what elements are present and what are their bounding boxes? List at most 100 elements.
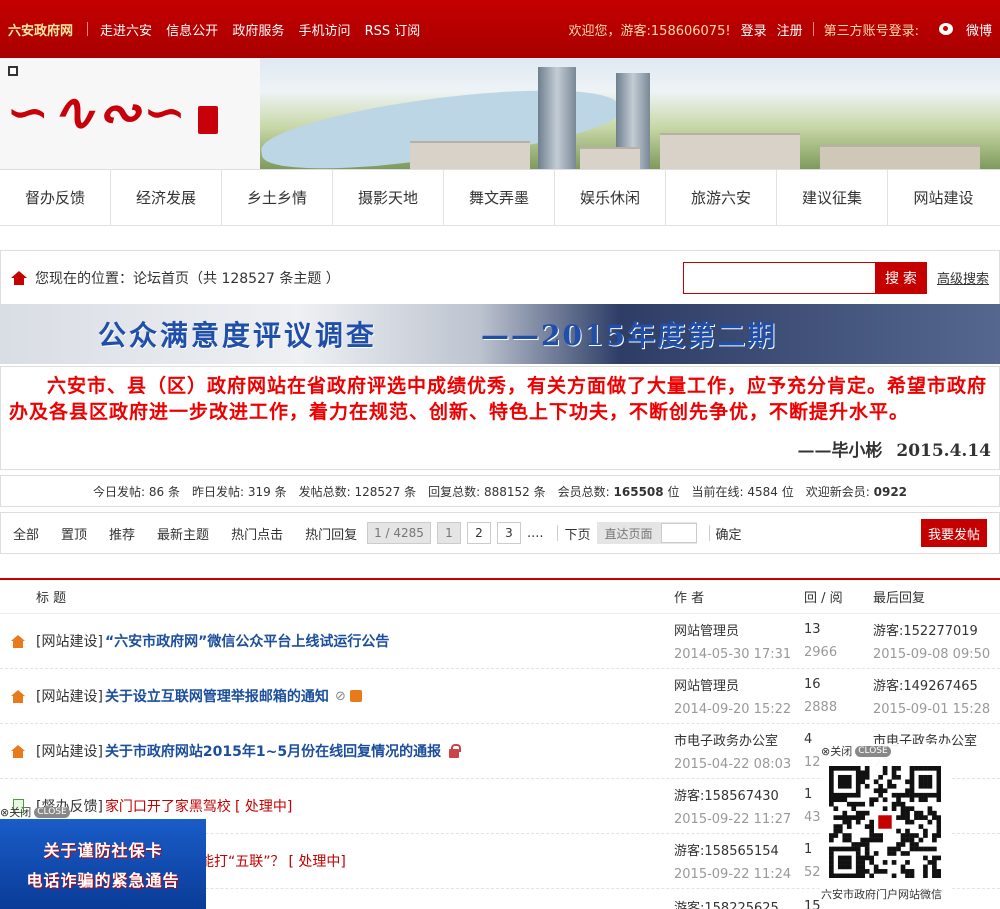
row-title-cell: [网站建设] 关于设立互联网管理举报邮箱的通知 ⊘	[36, 669, 674, 723]
top-nav-item[interactable]: 政府服务	[232, 24, 284, 39]
breadcrumb: 您现在的位置：论坛首页（共 128527 条主题 ）	[35, 270, 340, 287]
next-page-link[interactable]: 下页	[564, 524, 590, 543]
login-link[interactable]: 登录	[741, 20, 767, 39]
search-box: 搜 索 高级搜索	[682, 261, 989, 294]
row-title-cell: [网站建设] 关于市政府网站2015年1~5月份在线回复情况的通报	[36, 724, 674, 778]
top-nav-item[interactable]: 信息公开	[166, 24, 218, 39]
goto-label: 直达页面	[604, 526, 653, 541]
thread-author[interactable]: 游客:158567430	[674, 785, 804, 804]
goto-page: 直达页面	[596, 522, 697, 544]
register-link[interactable]: 注册	[777, 20, 803, 39]
city-skyline-image	[260, 58, 1000, 169]
row-last-cell: 游客:149267465 2015-09-01 15:28	[873, 669, 1000, 723]
stat-replies: 回复总数: 888152 条	[428, 484, 546, 499]
notice-signature: ——毕小彬 2015.4.14	[797, 436, 991, 461]
goto-page-input[interactable]	[660, 523, 697, 543]
thread-author[interactable]: 网站管理员	[674, 620, 804, 639]
home-icon[interactable]	[11, 270, 27, 285]
new-post-button[interactable]: 我要发帖	[920, 519, 987, 547]
row-icon-cell	[0, 724, 36, 778]
main-nav-item[interactable]: 督办反馈	[0, 170, 111, 225]
third-party-label: 第三方账号登录:	[823, 23, 919, 39]
thread-category[interactable]: [网站建设]	[36, 631, 103, 651]
forum-stats: 今日发帖: 86 条 昨日发帖: 319 条 发帖总数: 128527 条 回复…	[0, 475, 1000, 507]
main-nav-item[interactable]: 建议征集	[777, 170, 888, 225]
thread-author[interactable]: 游客:158225625	[674, 897, 804, 909]
survey-banner[interactable]: 公众满意度评议调查 ——2015年度第二期	[0, 304, 1000, 364]
top-nav-item[interactable]: 走进六安	[100, 24, 152, 39]
small-window-icon	[8, 66, 18, 76]
stat-posts: 发帖总数: 128527 条	[298, 484, 417, 499]
close-qr-button[interactable]: ⊗ 关闭 CLOSE	[821, 744, 951, 758]
confirm-goto-button[interactable]: 确定	[716, 524, 742, 543]
close-ad-left-button[interactable]: ⊗ 关闭 CLOSE	[0, 805, 206, 819]
sticky-house-icon	[11, 744, 25, 758]
tab-all[interactable]: 全部	[13, 524, 39, 543]
notice-sign-date: 2015.4.14	[896, 441, 991, 461]
top-nav-item[interactable]: 手机访问	[298, 24, 350, 39]
thread-title-link[interactable]: “六安市政府网”微信公众平台上线试运行公告	[105, 631, 389, 651]
tower-shape	[538, 67, 576, 169]
tab-hot-replies[interactable]: 热门回复	[305, 524, 357, 543]
main-nav-item[interactable]: 经济发展	[111, 170, 222, 225]
last-reply-user[interactable]: 游客:149267465	[873, 675, 1000, 694]
toolbar-divider	[557, 525, 559, 541]
row-author-cell: 游客:158565154 2015-09-22 11:24	[674, 834, 804, 888]
close-badge: CLOSE	[34, 806, 70, 818]
thread-category[interactable]: [网站建设]	[36, 741, 103, 761]
tab-recommended[interactable]: 推荐	[109, 524, 135, 543]
page-link[interactable]: 1	[436, 522, 461, 544]
stat-online: 当前在线: 4584 位	[691, 484, 794, 499]
advanced-search-link[interactable]: 高级搜索	[937, 268, 989, 287]
thread-replies: 16	[804, 677, 821, 692]
weibo-label: 微博	[965, 23, 992, 39]
user-divider	[812, 22, 814, 36]
location-bar: 您现在的位置：论坛首页（共 128527 条主题 ） 搜 索 高级搜索	[0, 250, 1000, 304]
building-shape	[580, 147, 640, 169]
thread-reads: 2966	[804, 645, 838, 660]
main-nav-item[interactable]: 乡土乡情	[222, 170, 333, 225]
page-link[interactable]: 2	[466, 522, 491, 544]
main-nav: 督办反馈 经济发展 乡土乡情 摄影天地 舞文弄墨 娱乐休闲 旅游六安 建议征集 …	[0, 170, 1000, 226]
tab-latest[interactable]: 最新主题	[157, 524, 209, 543]
header-author: 作 者	[674, 591, 705, 606]
thread-list-header: 标 题 作 者 回 / 阅 最后回复	[0, 580, 1000, 614]
thread-author[interactable]: 市电子政务办公室	[674, 730, 804, 749]
row-icon-cell	[0, 669, 36, 723]
thread-author[interactable]: 游客:158565154	[674, 840, 804, 859]
floating-qr-right: ⊗ 关闭 CLOSE 六安市政府门户网站微信	[821, 744, 951, 904]
forum-logo: ∽∿∾∽	[0, 58, 260, 169]
site-home-link[interactable]: 六安政府网	[8, 20, 73, 39]
tab-hot-clicks[interactable]: 热门点击	[231, 524, 283, 543]
thumbs-up-icon	[349, 690, 362, 702]
last-reply-date: 2015-09-08 09:50	[873, 647, 991, 662]
weibo-login-link[interactable]: 微博	[929, 20, 992, 39]
social-card-fraud-ad[interactable]: 关于谨防社保卡 电话诈骗的紧急通告	[0, 819, 206, 909]
thread-title-link[interactable]: 关于设立互联网管理举报邮箱的通知	[105, 686, 329, 706]
notice-sign-name: ——毕小彬	[797, 441, 883, 461]
top-nav-item[interactable]: RSS 订阅	[365, 24, 421, 39]
main-nav-item[interactable]: 网站建设	[888, 170, 999, 225]
search-input[interactable]	[682, 261, 875, 294]
close-label: 关闭	[9, 806, 32, 819]
main-nav-item[interactable]: 舞文弄墨	[444, 170, 555, 225]
thread-date: 2014-05-30 17:31	[674, 647, 792, 662]
last-reply-user[interactable]: 游客:152277019	[873, 620, 1000, 639]
main-nav-item[interactable]: 摄影天地	[333, 170, 444, 225]
stat-today: 今日发帖: 86 条	[92, 484, 180, 499]
thread-author[interactable]: 网站管理员	[674, 675, 804, 694]
qr-caption: 六安市政府门户网站微信	[821, 888, 942, 901]
thread-title-link[interactable]: 关于市政府网站2015年1~5月份在线回复情况的通报	[105, 741, 441, 761]
thread-title-link[interactable]: 能打“五联”？	[200, 851, 285, 871]
main-nav-item[interactable]: 娱乐休闲	[555, 170, 666, 225]
thread-category[interactable]: [网站建设]	[36, 686, 103, 706]
thread-toolbar: 全部 置顶 推荐 最新主题 热门点击 热门回复 1 / 4285 1 2 3 .…	[0, 512, 1000, 554]
status-badge: [ 处理中]	[288, 854, 346, 870]
main-nav-item[interactable]: 旅游六安	[666, 170, 777, 225]
search-button[interactable]: 搜 索	[874, 261, 927, 294]
tab-sticky[interactable]: 置顶	[61, 524, 87, 543]
sticky-house-icon	[11, 634, 25, 648]
floating-ad-left: ⊗ 关闭 CLOSE 关于谨防社保卡 电话诈骗的紧急通告	[0, 805, 206, 909]
attachment-clip-icon: ⊘	[334, 688, 346, 704]
page-link[interactable]: 3	[496, 522, 521, 544]
